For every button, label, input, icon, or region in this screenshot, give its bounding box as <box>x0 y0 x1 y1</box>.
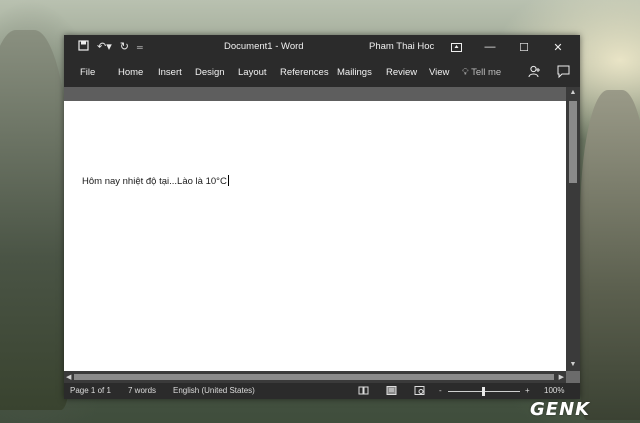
share-person-icon[interactable] <box>528 65 541 82</box>
horizontal-scrollbar[interactable]: ◀ ▶ <box>64 371 566 383</box>
tab-home[interactable]: Home <box>118 67 143 78</box>
tab-references[interactable]: References <box>280 67 329 78</box>
window-controls: — ☐ ✕ <box>440 38 574 56</box>
language-indicator[interactable]: English (United States) <box>173 386 255 395</box>
scroll-up-icon[interactable]: ▲ <box>569 89 577 97</box>
document-text: Hôm nay nhiệt độ tại...Lào là 10°C <box>82 176 227 187</box>
background-rock-right <box>580 90 640 420</box>
close-icon[interactable]: ✕ <box>542 38 574 56</box>
status-bar: Page 1 of 1 7 words English (United Stat… <box>64 383 580 399</box>
undo-icon[interactable]: ↶▾ <box>97 41 112 54</box>
zoom-in-button[interactable]: + <box>525 386 530 395</box>
web-layout-icon[interactable] <box>414 386 425 397</box>
save-icon[interactable] <box>78 40 89 55</box>
word-count[interactable]: 7 words <box>128 386 156 395</box>
ruler-band <box>64 87 566 101</box>
ribbon-tabs: File Home Insert Design Layout Reference… <box>64 59 580 87</box>
zoom-slider-thumb[interactable] <box>482 387 485 396</box>
document-body[interactable]: Hôm nay nhiệt độ tại...Lào là 10°C <box>82 175 229 187</box>
document-title: Document1 - Word <box>224 41 304 52</box>
scroll-right-icon[interactable]: ▶ <box>559 373 564 381</box>
tab-view[interactable]: View <box>429 67 449 78</box>
scroll-left-icon[interactable]: ◀ <box>66 373 71 381</box>
maximize-icon[interactable]: ☐ <box>508 38 540 56</box>
redo-icon[interactable]: ↻ <box>120 41 129 54</box>
print-layout-icon[interactable] <box>386 386 397 397</box>
tab-mailings[interactable]: Mailings <box>337 67 372 78</box>
tab-design[interactable]: Design <box>195 67 225 78</box>
quick-access-toolbar: ↶▾ ↻ ═ <box>78 40 143 55</box>
vertical-scroll-thumb[interactable] <box>569 101 577 183</box>
text-cursor <box>227 175 229 186</box>
background-rock-left <box>0 30 70 410</box>
horizontal-scroll-thumb[interactable] <box>74 374 554 380</box>
word-window: ↶▾ ↻ ═ Document1 - Word Pham Thai Hoc — … <box>64 35 580 399</box>
vertical-scrollbar[interactable]: ▲ ▼ <box>566 87 580 371</box>
ribbon-display-icon[interactable] <box>440 38 472 56</box>
document-area: Hôm nay nhiệt độ tại...Lào là 10°C ▲ ▼ ◀… <box>64 87 580 383</box>
read-mode-icon[interactable] <box>358 386 369 397</box>
tell-me-search[interactable]: 💡︎ Tell me <box>462 67 501 78</box>
zoom-level[interactable]: 100% <box>544 386 564 395</box>
ribbon-right-actions <box>528 65 570 82</box>
minimize-icon[interactable]: — <box>474 38 506 56</box>
tell-me-label: Tell me <box>471 67 502 78</box>
title-bar: ↶▾ ↻ ═ Document1 - Word Pham Thai Hoc — … <box>64 35 580 59</box>
user-name[interactable]: Pham Thai Hoc <box>369 41 434 52</box>
document-page[interactable]: Hôm nay nhiệt độ tại...Lào là 10°C <box>64 101 566 371</box>
tab-file[interactable]: File <box>80 67 95 78</box>
scroll-down-icon[interactable]: ▼ <box>569 361 577 369</box>
page-count[interactable]: Page 1 of 1 <box>70 386 111 395</box>
lightbulb-icon: 💡︎ <box>462 67 469 78</box>
tab-review[interactable]: Review <box>386 67 417 78</box>
tab-insert[interactable]: Insert <box>158 67 182 78</box>
tab-layout[interactable]: Layout <box>238 67 267 78</box>
zoom-out-button[interactable]: - <box>439 386 442 395</box>
comment-icon[interactable] <box>557 65 570 82</box>
watermark-logo: GENK <box>530 399 591 420</box>
customize-qat-icon[interactable]: ═ <box>137 41 143 54</box>
